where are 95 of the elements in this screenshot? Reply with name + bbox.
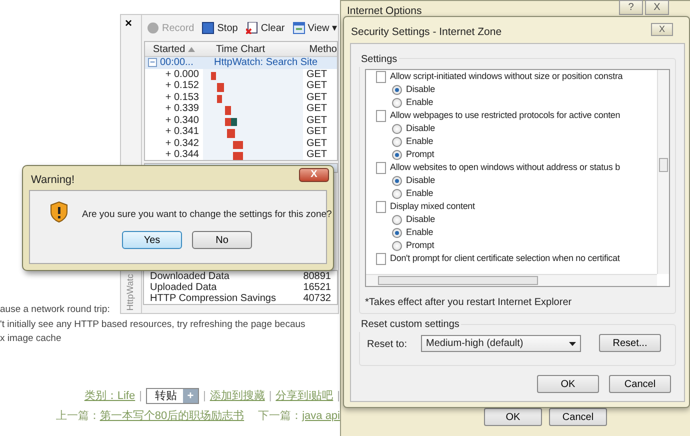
radio-option[interactable]: Disable — [366, 122, 669, 135]
separator: | — [337, 389, 340, 404]
timing-bar — [211, 72, 216, 81]
dialog-button[interactable]: Cancel — [549, 408, 607, 426]
summary-label: Downloaded Data — [150, 270, 230, 282]
record-icon — [147, 22, 159, 34]
caret-icon — [569, 342, 576, 346]
field-label: Reset to: — [367, 338, 408, 352]
help-button[interactable]: ? — [619, 0, 643, 15]
repost-button[interactable]: 转贴 + — [146, 388, 199, 404]
separator: | — [139, 389, 142, 404]
scrollbar[interactable] — [366, 274, 657, 286]
radio-option[interactable]: Disable — [366, 174, 669, 187]
radio-option[interactable]: Prompt — [366, 148, 669, 161]
timing-bar — [233, 152, 243, 160]
table-cell-text: + 0.341 — [164, 125, 200, 139]
setting-name: Display mixed content — [390, 200, 475, 213]
warning-message: Are you sure you want to change the settings for this zone? — [82, 208, 332, 222]
window-title: Security Settings - Internet Zone — [351, 25, 502, 40]
summary-label: HTTP Compression Savings — [150, 292, 276, 306]
group-title: HttpWatch: Search Site — [213, 56, 318, 70]
table-cell-text: GET — [305, 136, 327, 150]
scrollbar[interactable] — [657, 70, 669, 274]
table-cell-text: GET — [305, 90, 327, 104]
table-cell-text: + 0.342 — [164, 136, 200, 150]
radio-option[interactable]: Enable — [366, 96, 669, 109]
separator: | — [202, 389, 206, 404]
nav-label: 上一篇： — [56, 409, 100, 424]
setting-name: Allow script-initiated windows without size or position constra — [390, 70, 623, 83]
table-cell-text: GET — [305, 68, 327, 81]
summary-value: 40732 — [303, 292, 331, 306]
toolbar-button[interactable]: Clear — [244, 20, 287, 36]
timing-bar — [225, 118, 237, 127]
table-cell-text: GET — [305, 148, 327, 160]
timing-bar — [225, 106, 231, 116]
summary-label: Uploaded Data — [150, 281, 217, 294]
column-header[interactable]: Metho — [301, 42, 337, 56]
document-icon — [376, 200, 386, 212]
timing-bar — [217, 94, 222, 104]
summary-value: 80891 — [303, 270, 331, 283]
table-cell-text: + 0.340 — [164, 114, 200, 127]
setting-name: Allow websites to open windows without address or status b — [390, 160, 620, 174]
shield-icon — [50, 201, 68, 223]
nav-label: 下一篇： — [258, 409, 302, 424]
close-button[interactable]: X — [651, 23, 673, 36]
radio-option[interactable]: Enable — [366, 187, 669, 200]
timing-bar — [217, 83, 224, 92]
group-label: Reset custom settings — [359, 317, 462, 332]
dropdown[interactable]: Medium-high (default) — [421, 335, 581, 352]
table-cell-text: GET — [305, 125, 327, 139]
expand-toggle[interactable]: − — [148, 58, 157, 68]
document-icon — [376, 110, 386, 122]
reset-button[interactable]: Reset... — [599, 334, 661, 352]
window-title: Internet Options — [347, 4, 422, 19]
body-text: 't initially see any HTTP based resources, try refreshing the page becaus — [0, 318, 306, 332]
column-header[interactable]: Started — [145, 42, 208, 56]
window-icon — [292, 22, 305, 34]
timing-bar — [227, 129, 235, 138]
toolbar-button[interactable]: View ▾ — [290, 20, 340, 36]
radio-option[interactable]: Prompt — [366, 239, 669, 252]
radio-option[interactable]: Disable — [366, 83, 669, 96]
radio-option[interactable]: Enable — [366, 135, 669, 148]
separator: | — [268, 389, 272, 404]
stop-icon — [202, 22, 214, 34]
column-header[interactable]: Time Chart — [208, 42, 302, 56]
table-cell-text: GET — [305, 102, 327, 116]
table-cell-text: + 0.153 — [164, 90, 200, 104]
dialog-button[interactable]: OK — [484, 408, 542, 426]
document-icon — [376, 252, 386, 264]
close-button[interactable]: X — [645, 0, 669, 15]
window-title: Warning! — [31, 173, 75, 188]
dialog-button[interactable]: No — [192, 231, 252, 249]
setting-name: Allow webpages to use restricted protocols for active conten — [390, 108, 620, 122]
setting-name: Don't prompt for client certificate selection when no certificat — [390, 252, 620, 265]
toolbar-button[interactable]: Stop — [200, 20, 240, 36]
radio-option[interactable]: Enable — [366, 226, 669, 239]
table-cell-text: + 0.000 — [164, 68, 200, 81]
dialog-button[interactable]: Yes — [122, 231, 182, 249]
table-cell-text: + 0.339 — [164, 102, 200, 116]
close-button[interactable]: × — [125, 17, 132, 29]
table-cell-text: + 0.152 — [164, 79, 200, 93]
radio-option[interactable]: Disable — [366, 213, 669, 226]
clear-icon — [246, 22, 258, 34]
document-icon — [376, 162, 386, 174]
group-label: Settings — [359, 52, 400, 67]
body-text: x image cache — [0, 332, 62, 346]
timing-bar — [233, 140, 243, 150]
note-text: *Takes effect after you restart Internet Explorer — [365, 296, 572, 310]
table-cell-text: GET — [305, 114, 327, 127]
table-cell-text: GET — [305, 79, 327, 93]
table-cell-text: 00:00... — [160, 56, 194, 70]
dialog-button[interactable]: OK — [537, 375, 599, 393]
summary-value: 16521 — [303, 281, 331, 294]
dialog-button[interactable]: Cancel — [609, 375, 671, 393]
table-cell-text: + 0.344 — [164, 148, 200, 160]
